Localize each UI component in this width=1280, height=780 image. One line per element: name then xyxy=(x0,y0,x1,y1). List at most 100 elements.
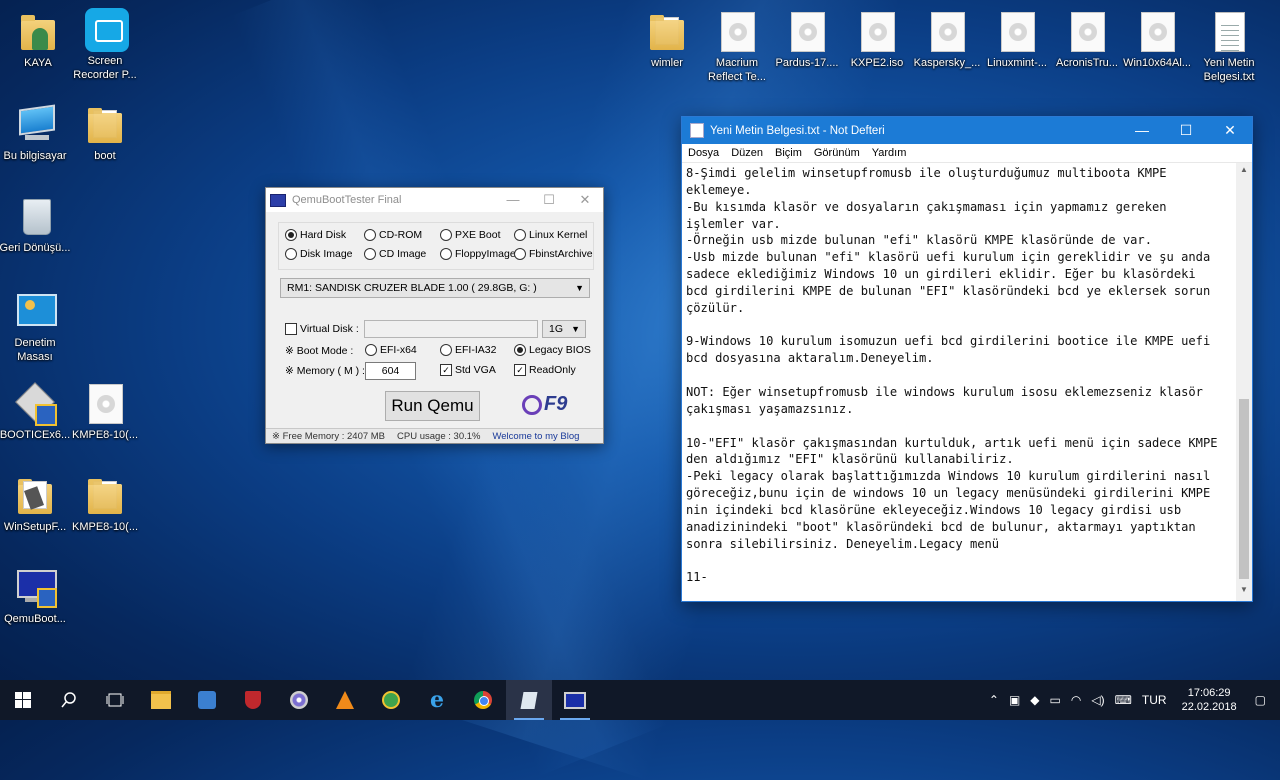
scroll-up-icon[interactable]: ▲ xyxy=(1236,165,1252,179)
notepad-text-area[interactable]: 8-Şimdi gelelim winsetupfromusb ile oluş… xyxy=(682,163,1236,601)
drive-select[interactable]: RM1: SANDISK CRUZER BLADE 1.00 ( 29.8GB,… xyxy=(280,278,590,298)
desktop-icon-macrium[interactable]: Macrium Reflect Te... xyxy=(699,10,775,84)
internet-explorer-icon: e xyxy=(430,687,444,713)
desktop-icon-kaspersky[interactable]: Kaspersky_... xyxy=(909,10,985,70)
desktop-icon-linuxmint[interactable]: Linuxmint-... xyxy=(979,10,1055,70)
checkmark-icon: ✓ xyxy=(440,364,452,376)
qemu-titlebar[interactable]: QemuBootTester Final — ☐ ✕ xyxy=(266,188,603,212)
std-vga-checkbox[interactable]: ✓ Std VGA xyxy=(440,364,496,376)
desktop-icon-wimler[interactable]: wimler xyxy=(629,10,705,70)
desktop-icon-boot[interactable]: boot xyxy=(67,103,143,163)
vertical-scrollbar[interactable]: ▲ ▼ xyxy=(1236,163,1252,601)
radio-indicator xyxy=(364,229,376,241)
radio-pxe-boot[interactable]: PXE Boot xyxy=(440,229,501,241)
desktop-icon-bootice[interactable]: BOOTICEx6... xyxy=(0,382,73,442)
virtual-disk-size-select[interactable]: 1G ▼ xyxy=(542,320,586,338)
taskbar-app-media[interactable] xyxy=(276,680,322,720)
desktop-icon-screen-recorder[interactable]: Screen Recorder P... xyxy=(67,8,143,82)
close-icon[interactable]: ✕ xyxy=(1208,122,1252,139)
minimize-icon[interactable]: — xyxy=(1120,122,1164,139)
menu-yardim[interactable]: Yardım xyxy=(872,147,907,159)
desktop-icon-qemuboot[interactable]: QemuBoot... xyxy=(0,566,73,626)
desktop-icon-kaya[interactable]: KAYA xyxy=(0,10,76,70)
language-indicator[interactable]: TUR xyxy=(1142,693,1167,707)
desktop-icon-kmpe-iso[interactable]: KMPE8-10(... xyxy=(67,382,143,442)
disc-image-icon xyxy=(787,10,827,52)
wifi-icon[interactable]: ◠ xyxy=(1071,693,1081,707)
disc-image-icon xyxy=(1067,10,1107,52)
taskbar-chrome[interactable] xyxy=(460,680,506,720)
radio-efi-ia32[interactable]: EFI-IA32 xyxy=(440,344,496,356)
maximize-icon[interactable]: ☐ xyxy=(531,192,567,208)
taskbar-notepad[interactable] xyxy=(506,680,552,720)
task-view-button[interactable] xyxy=(92,680,138,720)
minimize-icon[interactable]: — xyxy=(495,192,531,208)
search-button[interactable] xyxy=(46,680,92,720)
radio-indicator xyxy=(364,248,376,260)
battery-icon[interactable]: ▭ xyxy=(1050,693,1061,707)
virtual-disk-path-input[interactable] xyxy=(364,320,538,338)
desktop-icon-kmpe-folder[interactable]: KMPE8-10(... xyxy=(67,474,143,534)
scrollbar-thumb[interactable] xyxy=(1239,399,1249,579)
desktop-icon-kxpe2[interactable]: KXPE2.iso xyxy=(839,10,915,70)
chevron-down-icon: ▼ xyxy=(575,283,584,293)
radio-cd-image[interactable]: CD Image xyxy=(364,248,426,260)
notepad-titlebar[interactable]: Yeni Metin Belgesi.txt - Not Defteri — ☐… xyxy=(682,117,1252,144)
virtual-disk-checkbox[interactable]: Virtual Disk : xyxy=(285,323,359,335)
tray-app-icon[interactable]: ▣ xyxy=(1009,693,1020,707)
chevron-up-icon[interactable]: ⌃ xyxy=(989,693,999,707)
desktop-icon-win10x64[interactable]: Win10x64Al... xyxy=(1119,10,1195,70)
qemu-icon xyxy=(15,566,57,608)
qemu-statusbar: ※ Free Memory : 2407 MB CPU usage : 30.1… xyxy=(266,428,603,443)
task-view-icon xyxy=(106,693,124,707)
taskbar-qemubootester[interactable] xyxy=(552,680,598,720)
checkmark-icon: ✓ xyxy=(514,364,526,376)
scroll-down-icon[interactable]: ▼ xyxy=(1236,585,1252,599)
chevron-down-icon: ▼ xyxy=(571,324,580,334)
action-center-icon[interactable]: ▢ xyxy=(1255,693,1266,707)
keyboard-icon[interactable]: ⌨ xyxy=(1115,693,1132,707)
menu-bicim[interactable]: Biçim xyxy=(775,147,802,159)
taskbar-app-network[interactable] xyxy=(184,680,230,720)
radio-cd-rom[interactable]: CD-ROM xyxy=(364,229,422,241)
clock[interactable]: 17:06:29 22.02.2018 xyxy=(1182,686,1237,714)
desktop-icon-recycle-bin[interactable]: Geri Dönüşü... xyxy=(0,195,73,255)
start-button[interactable] xyxy=(0,680,46,720)
radio-linux-kernel[interactable]: Linux Kernel xyxy=(514,229,587,241)
readonly-checkbox[interactable]: ✓ ReadOnly xyxy=(514,364,576,376)
blog-link[interactable]: Welcome to my Blog xyxy=(486,431,585,442)
run-qemu-button[interactable]: Run Qemu xyxy=(385,391,480,421)
radio-indicator xyxy=(514,344,526,356)
desktop-icon-acronis[interactable]: AcronisTru... xyxy=(1049,10,1125,70)
memory-input[interactable]: 604 xyxy=(365,362,416,380)
radio-legacy-bios[interactable]: Legacy BIOS xyxy=(514,344,591,356)
radio-efi-x64[interactable]: EFI-x64 xyxy=(365,344,417,356)
taskbar-file-explorer[interactable] xyxy=(138,680,184,720)
desktop-icon-winsetup[interactable]: WinSetupF... xyxy=(0,474,73,534)
menu-dosya[interactable]: Dosya xyxy=(688,147,719,159)
taskbar-vlc[interactable] xyxy=(322,680,368,720)
radio-indicator xyxy=(285,248,297,260)
menu-duzen[interactable]: Düzen xyxy=(731,147,763,159)
taskbar-internet-explorer[interactable]: e xyxy=(414,680,460,720)
radio-floppy-image[interactable]: FloppyImage xyxy=(440,248,516,260)
network-app-icon xyxy=(198,691,216,709)
qemu-icon xyxy=(564,691,586,709)
radio-disk-image[interactable]: Disk Image xyxy=(285,248,353,260)
desktop-icon-control-panel[interactable]: Denetim Masası xyxy=(0,290,73,364)
taskbar-app-shield[interactable] xyxy=(230,680,276,720)
folder-icon xyxy=(85,103,125,145)
desktop-icon-yeni-metin[interactable]: Yeni Metin Belgesi.txt xyxy=(1191,10,1267,84)
radio-hard-disk[interactable]: Hard Disk xyxy=(285,229,346,241)
volume-icon[interactable]: ◁) xyxy=(1091,693,1104,707)
taskbar-app-globe[interactable] xyxy=(368,680,414,720)
radio-fbinst-archive[interactable]: FbinstArchive xyxy=(514,248,593,260)
desktop-icon-pardus[interactable]: Pardus-17.... xyxy=(769,10,845,70)
checkbox-indicator xyxy=(285,323,297,335)
close-icon[interactable]: ✕ xyxy=(567,192,603,208)
maximize-icon[interactable]: ☐ xyxy=(1164,122,1208,139)
menu-gorunum[interactable]: Görünüm xyxy=(814,147,860,159)
tray-app-icon[interactable]: ◆ xyxy=(1030,693,1039,707)
taskbar: e ⌃ ▣ ◆ ▭ ◠ ◁) ⌨ TUR 17:06:29 22.02.2018… xyxy=(0,680,1280,720)
desktop-icon-this-pc[interactable]: Bu bilgisayar xyxy=(0,103,73,163)
